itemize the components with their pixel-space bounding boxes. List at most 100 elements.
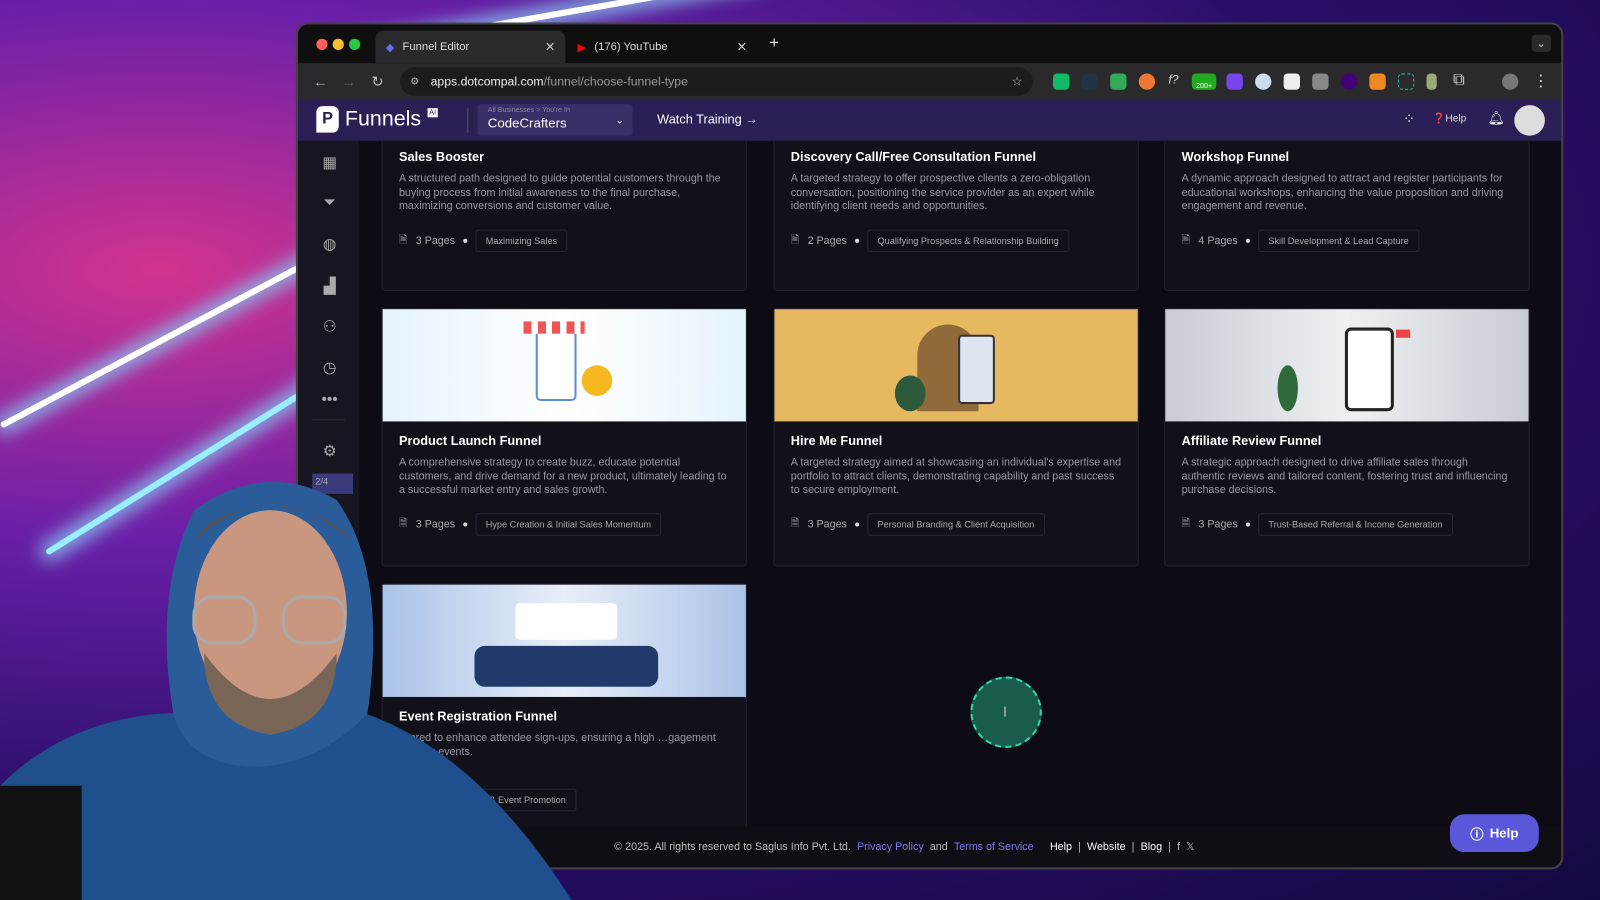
address-bar[interactable]: ⚙ apps.dotcompal.com/funnel/choose-funne… (399, 67, 1033, 96)
extension-icon[interactable] (1226, 73, 1243, 90)
business-label: All Businesses > You're In (487, 107, 570, 115)
card-title: Sales Booster (398, 149, 485, 165)
chevron-down-icon: ⌄ (615, 114, 625, 127)
funnel-icon[interactable]: ⏷ (320, 194, 338, 212)
card-image (382, 309, 746, 422)
user-avatar[interactable] (1514, 105, 1545, 136)
card-description: A targeted strategy aimed at showcasing … (790, 456, 1122, 496)
bookmark-star-icon[interactable]: ☆ (1011, 74, 1022, 88)
tab-title: Funnel Editor (402, 40, 470, 54)
tab-youtube[interactable]: ▶ (176) YouTube ✕ (567, 31, 757, 64)
app-header: P Funnels AI All Businesses > You're In … (297, 99, 1562, 141)
desktop: ◆ Funnel Editor ✕ ▶ (176) YouTube ✕ + ⌄ … (0, 0, 1600, 900)
extension-icon[interactable] (1283, 73, 1300, 90)
cursor-highlight: I (970, 676, 1042, 748)
watch-training-link[interactable]: Watch Training → (657, 112, 758, 126)
extension-icon[interactable] (1426, 73, 1437, 90)
history-icon[interactable]: ◷ (320, 358, 338, 376)
card-title: Discovery Call/Free Consultation Funnel (790, 149, 1037, 165)
footer-website-link[interactable]: Website (1087, 841, 1126, 853)
logo-icon: P (316, 106, 339, 133)
more-icon[interactable]: ••• (320, 391, 338, 409)
funnel-card[interactable]: Workshop Funnel A dynamic approach design… (1164, 140, 1530, 291)
card-tag: Personal Branding & Client Acquisition (867, 513, 1045, 536)
page-icon: 🗎 (1181, 233, 1191, 246)
extension-icon[interactable]: f? (1168, 72, 1178, 86)
card-title: Hire Me Funnel (790, 433, 883, 448)
extensions-puzzle-icon[interactable]: ⧉ (1453, 71, 1465, 89)
bullet (1245, 522, 1250, 527)
card-description: A dynamic approach designed to attract a… (1181, 172, 1504, 213)
page-icon: 🗎 (1181, 517, 1191, 530)
globe-icon[interactable]: ◍ (320, 235, 338, 253)
browser-menu-icon[interactable]: ⋮ (1533, 71, 1549, 91)
funnel-card[interactable]: Discovery Call/Free Consultation Funnel A… (773, 140, 1139, 291)
card-description: A structured path designed to guide pote… (398, 172, 721, 213)
metamask-icon[interactable] (1369, 73, 1386, 90)
address-row: ← → ↻ ⚙ apps.dotcompal.com/funnel/choose… (297, 63, 1562, 100)
close-window-button[interactable] (316, 38, 328, 50)
bullet (855, 238, 860, 243)
tab-search-button[interactable]: ⌄ (1531, 34, 1552, 53)
divider (312, 419, 345, 421)
extension-icon[interactable] (1053, 73, 1070, 90)
funnel-card[interactable]: Affiliate Review Funnel A strategic appro… (1164, 308, 1530, 567)
analytics-icon[interactable]: ▟ (320, 277, 338, 295)
forward-icon[interactable]: → (335, 73, 364, 89)
logo-text: Funnels (344, 107, 422, 131)
back-icon[interactable]: ← (306, 73, 335, 89)
close-tab-icon[interactable]: ✕ (545, 40, 555, 54)
terms-of-service-link[interactable]: Terms of Service (954, 841, 1034, 853)
extension-icon[interactable] (1312, 73, 1329, 90)
business-selector[interactable]: All Businesses > You're In CodeCrafters … (477, 104, 633, 136)
page-count: 2 Pages (807, 234, 847, 247)
webcam-overlay (0, 481, 572, 900)
maximize-window-button[interactable] (348, 38, 361, 50)
help-label: Help (1445, 113, 1467, 125)
privacy-policy-link[interactable]: Privacy Policy (857, 841, 924, 853)
tab-bar: ◆ Funnel Editor ✕ ▶ (176) YouTube ✕ + ⌄ (297, 24, 1562, 64)
card-tag: Qualifying Prospects & Relationship Buil… (867, 229, 1069, 253)
dashboard-icon[interactable]: ▦ (320, 153, 338, 171)
footer-blog-link[interactable]: Blog (1141, 841, 1162, 853)
close-tab-icon[interactable]: ✕ (737, 40, 747, 54)
bullet (855, 522, 860, 527)
text-cursor-icon: I (1003, 703, 1008, 720)
url-path: /funnel/choose-funnel-type (543, 74, 688, 89)
footer-help-link[interactable]: Help (1050, 841, 1072, 853)
apps-grid-icon[interactable]: ⁘ (1403, 110, 1415, 127)
help-button-label: Help (1489, 825, 1519, 841)
page-icon: 🗎 (790, 517, 800, 530)
extension-icon[interactable] (1138, 73, 1156, 90)
footer-and: and (929, 840, 948, 854)
funnel-card[interactable]: Sales Booster A structured path designed … (381, 140, 747, 291)
reload-icon[interactable]: ↻ (363, 73, 392, 90)
extension-badge[interactable]: 200+ (1191, 73, 1217, 90)
card-title: Product Launch Funnel (398, 433, 542, 448)
page-count: 3 Pages (807, 518, 847, 531)
facebook-icon[interactable]: f (1177, 841, 1180, 853)
contacts-icon[interactable]: ⚇ (320, 317, 338, 335)
funnels-logo[interactable]: P Funnels AI (316, 106, 439, 133)
extension-icon[interactable] (1255, 73, 1272, 90)
card-image (774, 309, 1138, 422)
tab-funnel-editor[interactable]: ◆ Funnel Editor ✕ (375, 30, 566, 64)
notification-bell-icon[interactable]: 🔔︎ (1488, 110, 1505, 126)
funnel-card[interactable]: Hire Me Funnel A targeted strategy aimed … (773, 308, 1139, 567)
x-twitter-icon[interactable]: 𝕏 (1186, 841, 1195, 853)
card-title: Workshop Funnel (1181, 149, 1290, 165)
new-tab-button[interactable]: + (769, 35, 779, 53)
extension-icon[interactable] (1110, 73, 1127, 90)
extension-icon[interactable] (1397, 73, 1415, 90)
minimize-window-button[interactable] (332, 38, 344, 50)
tab-title: (176) YouTube (594, 40, 668, 54)
page-count: 3 Pages (415, 234, 456, 247)
help-floating-button[interactable]: ⓘ Help (1449, 814, 1539, 853)
card-description: A targeted strategy to offer prospective… (790, 172, 1095, 213)
extension-icon[interactable] (1340, 73, 1358, 90)
youtube-favicon-icon: ▶ (577, 41, 587, 54)
site-info-icon[interactable]: ⚙ (410, 76, 419, 87)
profile-avatar[interactable] (1502, 73, 1519, 90)
extension-icon[interactable] (1081, 73, 1098, 90)
help-link[interactable]: ❓Help (1433, 113, 1467, 124)
